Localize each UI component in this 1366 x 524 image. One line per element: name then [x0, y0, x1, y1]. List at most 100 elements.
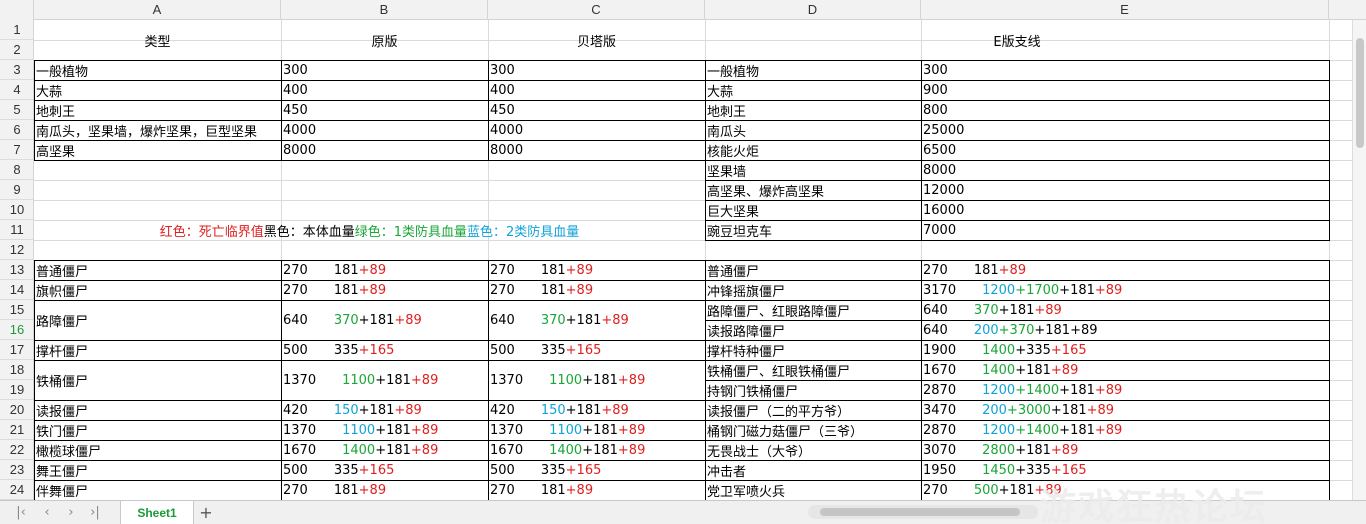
zombie-orig-cell[interactable]: 270 181 +89 — [281, 280, 489, 301]
zombie-ebranch-name-cell[interactable]: 铁桶僵尸、红眼铁桶僵尸 — [705, 360, 922, 381]
row-header-12[interactable]: 12 — [0, 240, 33, 260]
zombie-ebranch-name-cell[interactable]: 读报路障僵尸 — [705, 320, 922, 341]
plant-orig-cell[interactable]: 4000 — [281, 120, 489, 141]
zombie-ebranch-hp-cell[interactable]: 640 370 +181 +89 — [921, 300, 1330, 321]
zombie-beta-cell[interactable]: 500 335 +165 — [488, 460, 706, 481]
column-header-d[interactable]: D — [705, 0, 921, 20]
add-sheet-icon[interactable]: + — [197, 503, 215, 523]
zombie-name-cell[interactable]: 橄榄球僵尸 — [34, 440, 282, 461]
prev-sheet-icon[interactable]: ‹ — [38, 504, 56, 522]
plant-orig-cell[interactable]: 450 — [281, 100, 489, 121]
zombie-beta-cell[interactable]: 640 370 +181 +89 — [488, 300, 706, 341]
plant-ebranch-name-cell[interactable]: 一般植物 — [705, 60, 922, 81]
plant-ebranch-hp-cell[interactable]: 16000 — [921, 200, 1330, 221]
zombie-ebranch-name-cell[interactable]: 无畏战士（大爷） — [705, 440, 922, 461]
zombie-name-cell[interactable]: 读报僵尸 — [34, 400, 282, 421]
plant-ebranch-hp-cell[interactable]: 900 — [921, 80, 1330, 101]
plant-ebranch-name-cell[interactable]: 高坚果、爆炸高坚果 — [705, 180, 922, 201]
zombie-beta-cell[interactable]: 270 181 +89 — [488, 260, 706, 281]
header-cell[interactable]: 类型 — [34, 20, 281, 60]
zombie-beta-cell[interactable]: 270 181 +89 — [488, 280, 706, 301]
row-header-3[interactable]: 3 — [0, 60, 33, 80]
plant-ebranch-name-cell[interactable]: 地刺王 — [705, 100, 922, 121]
plant-beta-cell[interactable]: 450 — [488, 100, 706, 121]
zombie-beta-cell[interactable]: 1370 1100 +181 +89 — [488, 360, 706, 401]
row-header-2[interactable]: 2 — [0, 40, 33, 60]
row-header-9[interactable]: 9 — [0, 180, 33, 200]
row-header-17[interactable]: 17 — [0, 340, 33, 360]
plant-beta-cell[interactable]: 300 — [488, 60, 706, 81]
row-header-4[interactable]: 4 — [0, 80, 33, 100]
row-header-23[interactable]: 23 — [0, 460, 33, 480]
row-header-22[interactable]: 22 — [0, 440, 33, 460]
zombie-name-cell[interactable]: 撑杆僵尸 — [34, 340, 282, 361]
zombie-orig-cell[interactable]: 500 335 +165 — [281, 340, 489, 361]
zombie-ebranch-name-cell[interactable]: 读报僵尸（二的平方爷） — [705, 400, 922, 421]
row-header-16[interactable]: 16 — [0, 320, 33, 340]
row-header-14[interactable]: 14 — [0, 280, 33, 300]
plant-name-cell[interactable]: 一般植物 — [34, 60, 282, 81]
plant-ebranch-name-cell[interactable]: 南瓜头 — [705, 120, 922, 141]
row-header-20[interactable]: 20 — [0, 400, 33, 420]
zombie-orig-cell[interactable]: 270 181 +89 — [281, 480, 489, 500]
zombie-name-cell[interactable]: 路障僵尸 — [34, 300, 282, 341]
row-header-5[interactable]: 5 — [0, 100, 33, 120]
zombie-orig-cell[interactable]: 1670 1400 +181 +89 — [281, 440, 489, 461]
first-sheet-icon[interactable]: |‹ — [12, 504, 30, 522]
zombie-ebranch-name-cell[interactable]: 冲锋摇旗僵尸 — [705, 280, 922, 301]
zombie-orig-cell[interactable]: 420 150 +181 +89 — [281, 400, 489, 421]
sheet-tab-sheet1[interactable]: Sheet1 — [120, 501, 194, 524]
row-header-1[interactable]: 1 — [0, 20, 33, 40]
zombie-orig-cell[interactable]: 1370 1100 +181 +89 — [281, 360, 489, 401]
zombie-ebranch-name-cell[interactable]: 路障僵尸、红眼路障僵尸 — [705, 300, 922, 321]
row-header-19[interactable]: 19 — [0, 380, 33, 400]
zombie-ebranch-hp-cell[interactable]: 1900 1400 +335 +165 — [921, 340, 1330, 361]
row-header-21[interactable]: 21 — [0, 420, 33, 440]
plant-name-cell[interactable]: 大蒜 — [34, 80, 282, 101]
plant-ebranch-hp-cell[interactable]: 300 — [921, 60, 1330, 81]
plant-ebranch-hp-cell[interactable]: 25000 — [921, 120, 1330, 141]
row-header-7[interactable]: 7 — [0, 140, 33, 160]
plant-beta-cell[interactable]: 400 — [488, 80, 706, 101]
plant-ebranch-name-cell[interactable]: 豌豆坦克车 — [705, 220, 922, 241]
next-sheet-icon[interactable]: › — [62, 504, 80, 522]
plant-beta-cell[interactable]: 4000 — [488, 120, 706, 141]
zombie-ebranch-name-cell[interactable]: 党卫军喷火兵 — [705, 480, 922, 500]
zombie-ebranch-name-cell[interactable]: 撑杆特种僵尸 — [705, 340, 922, 361]
plant-name-cell[interactable]: 南瓜头，坚果墙，爆炸坚果，巨型坚果 — [34, 120, 282, 141]
zombie-name-cell[interactable]: 旗帜僵尸 — [34, 280, 282, 301]
plant-ebranch-name-cell[interactable]: 巨大坚果 — [705, 200, 922, 221]
zombie-beta-cell[interactable]: 1670 1400 +181 +89 — [488, 440, 706, 461]
zombie-ebranch-hp-cell[interactable]: 3070 2800 +181 +89 — [921, 440, 1330, 461]
row-header-15[interactable]: 15 — [0, 300, 33, 320]
plant-ebranch-name-cell[interactable]: 核能火炬 — [705, 140, 922, 161]
vertical-scrollbar[interactable] — [1352, 20, 1366, 500]
row-header-6[interactable]: 6 — [0, 120, 33, 140]
horizontal-scroll-thumb[interactable] — [820, 508, 1020, 516]
zombie-orig-cell[interactable]: 640 370 +181 +89 — [281, 300, 489, 341]
plant-orig-cell[interactable]: 400 — [281, 80, 489, 101]
row-header-8[interactable]: 8 — [0, 160, 33, 180]
plant-name-cell[interactable]: 高坚果 — [34, 140, 282, 161]
row-header-18[interactable]: 18 — [0, 360, 33, 380]
zombie-name-cell[interactable]: 普通僵尸 — [34, 260, 282, 281]
row-header-13[interactable]: 13 — [0, 260, 33, 280]
cell-grid[interactable]: 类型 原版 贝塔版 E版支线 一般植物 300 300 大蒜 400 400 地刺王 450 450 南瓜… — [34, 20, 1352, 500]
zombie-ebranch-name-cell[interactable]: 普通僵尸 — [705, 260, 922, 281]
plant-orig-cell[interactable]: 8000 — [281, 140, 489, 161]
vertical-scroll-thumb[interactable] — [1356, 38, 1364, 148]
zombie-ebranch-hp-cell[interactable]: 3170 1200 +1700 +181 +89 — [921, 280, 1330, 301]
row-header-24[interactable]: 24 — [0, 480, 33, 500]
last-sheet-icon[interactable]: ›| — [86, 504, 104, 522]
header-cell[interactable]: E版支线 — [705, 20, 1329, 60]
header-cell[interactable]: 原版 — [281, 20, 488, 60]
zombie-beta-cell[interactable]: 500 335 +165 — [488, 340, 706, 361]
zombie-name-cell[interactable]: 舞王僵尸 — [34, 460, 282, 481]
zombie-ebranch-hp-cell[interactable]: 640 200 +370 +181 +89 — [921, 320, 1330, 341]
zombie-ebranch-name-cell[interactable]: 持钢门铁桶僵尸 — [705, 380, 922, 401]
select-all-corner[interactable] — [0, 0, 34, 20]
column-header-c[interactable]: C — [488, 0, 705, 20]
plant-ebranch-hp-cell[interactable]: 800 — [921, 100, 1330, 121]
zombie-name-cell[interactable]: 铁门僵尸 — [34, 420, 282, 441]
zombie-ebranch-name-cell[interactable]: 桶钢门磁力菇僵尸（三爷） — [705, 420, 922, 441]
